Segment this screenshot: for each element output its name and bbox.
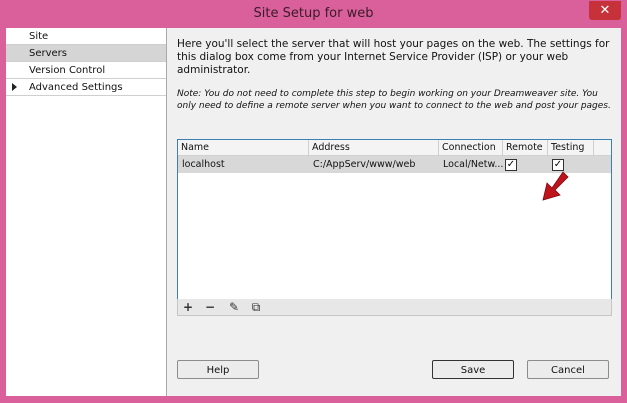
edit-server-button[interactable]: ✎ xyxy=(224,299,244,315)
dialog-window: Site Setup for web ✕ Site Servers Versio… xyxy=(0,0,627,403)
remove-server-button[interactable]: − xyxy=(200,299,220,315)
duplicate-server-button[interactable]: ⧉ xyxy=(246,299,266,315)
server-address: C:/AppServ/www/web xyxy=(313,159,416,170)
sidebar-item-label: Servers xyxy=(29,48,68,59)
expand-arrow-icon[interactable] xyxy=(12,83,17,91)
sidebar-item-label: Version Control xyxy=(29,65,106,76)
add-server-button[interactable]: + xyxy=(178,299,198,315)
table-header: Name Address Connection Remote Testing xyxy=(178,140,611,156)
column-header-testing[interactable]: Testing xyxy=(548,140,594,155)
sidebar-item-label: Site xyxy=(29,31,49,42)
sidebar-item-site[interactable]: Site xyxy=(6,28,166,45)
annotation-arrow-icon xyxy=(542,171,569,201)
server-name: localhost xyxy=(182,159,225,170)
intro-text: Here you'll select the server that will … xyxy=(177,38,610,76)
category-sidebar: Site Servers Version Control Advanced Se… xyxy=(6,28,167,396)
column-header-name[interactable]: Name xyxy=(178,140,309,155)
note-text: Note: You do not need to complete this s… xyxy=(177,89,611,111)
column-header-connection[interactable]: Connection xyxy=(439,140,503,155)
sidebar-item-label: Advanced Settings xyxy=(29,82,123,93)
servers-panel: Here you'll select the server that will … xyxy=(167,28,621,396)
sidebar-item-servers[interactable]: Servers xyxy=(6,45,166,62)
window-title: Site Setup for web xyxy=(253,6,374,21)
column-header-remote[interactable]: Remote xyxy=(503,140,548,155)
cancel-button[interactable]: Cancel xyxy=(527,360,609,379)
dialog-client: Site Servers Version Control Advanced Se… xyxy=(6,28,621,396)
close-button[interactable]: ✕ xyxy=(589,1,621,20)
column-header-address[interactable]: Address xyxy=(309,140,439,155)
sidebar-item-version-control[interactable]: Version Control xyxy=(6,62,166,79)
remote-checkbox[interactable]: ✓ xyxy=(505,159,517,171)
title-bar[interactable]: Site Setup for web ✕ xyxy=(0,0,627,28)
help-button[interactable]: Help xyxy=(177,360,259,379)
servers-table[interactable]: Name Address Connection Remote Testing l… xyxy=(177,139,612,301)
save-button[interactable]: Save xyxy=(432,360,514,379)
servers-toolbar: + − ✎ ⧉ xyxy=(177,299,612,316)
sidebar-item-advanced-settings[interactable]: Advanced Settings xyxy=(6,79,166,96)
server-connection: Local/Netw... xyxy=(443,159,503,170)
